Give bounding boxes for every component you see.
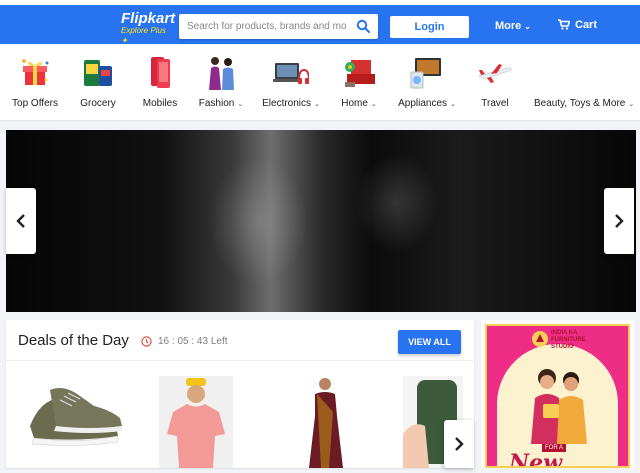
deals-next-button[interactable] bbox=[444, 420, 474, 468]
gift-icon bbox=[22, 59, 49, 85]
mobile-phone-icon bbox=[151, 57, 170, 88]
ad-brand-text: INDIA KA FURNITURE STUDIO bbox=[551, 330, 586, 351]
flipkart-logo[interactable]: Flipkart Explore Plus ✦ bbox=[121, 10, 176, 46]
chevron-right-icon bbox=[455, 437, 464, 451]
category-label-text: Appliances bbox=[398, 98, 448, 109]
timer-text: 16 : 05 : 43 Left bbox=[158, 336, 228, 347]
search-input[interactable] bbox=[187, 14, 347, 39]
category-label: Appliances ⌄ bbox=[396, 98, 458, 109]
ad-new-text: New bbox=[509, 450, 563, 468]
chevron-down-icon: ⌄ bbox=[314, 101, 320, 108]
deal-item-saree[interactable] bbox=[303, 376, 347, 468]
tshirt-image bbox=[167, 378, 225, 468]
ad-artwork: INDIA KA FURNITURE STUDIO FOR A New bbox=[485, 324, 630, 468]
clock-icon bbox=[141, 336, 152, 347]
category-label: Electronics ⌄ bbox=[260, 98, 322, 109]
deals-section: Deals of the Day 16 : 05 : 43 Left VIEW … bbox=[6, 320, 474, 468]
chevron-left-icon bbox=[16, 214, 25, 228]
category-bar: Top Offers Grocery Mobiles Fashion ⌄ Ele… bbox=[0, 44, 640, 120]
carousel-prev-button[interactable] bbox=[6, 188, 36, 254]
cart-label: Cart bbox=[575, 19, 598, 31]
chevron-right-icon bbox=[615, 214, 624, 228]
banner-carousel[interactable] bbox=[6, 130, 636, 312]
category-label: Beauty, Toys & More ⌄ bbox=[534, 98, 634, 109]
furniture-ad-banner[interactable]: INDIA KA FURNITURE STUDIO FOR A New bbox=[481, 320, 634, 468]
category-label: Fashion ⌄ bbox=[196, 98, 246, 109]
category-fashion[interactable]: Fashion ⌄ bbox=[196, 44, 246, 120]
chevron-down-icon: ⌄ bbox=[237, 101, 244, 108]
ad-brand-line: INDIA KA bbox=[551, 330, 578, 336]
category-label: Travel bbox=[481, 98, 509, 109]
saree-image bbox=[309, 378, 343, 468]
category-label: Mobiles bbox=[142, 98, 178, 109]
logo-text: Flipkart bbox=[121, 10, 176, 27]
top-header: Flipkart Explore Plus ✦ Login More⌄ Cart bbox=[0, 0, 640, 46]
airplane-icon bbox=[478, 64, 512, 83]
view-all-button[interactable]: VIEW ALL bbox=[398, 330, 461, 354]
deal-item-shoe[interactable] bbox=[20, 376, 126, 460]
category-travel[interactable]: Travel bbox=[472, 44, 518, 120]
furniture-studio-logo-icon bbox=[532, 331, 548, 347]
laptop-headphones-icon bbox=[273, 63, 309, 84]
category-label: Top Offers bbox=[12, 98, 58, 109]
ad-brand-line: STUDIO bbox=[551, 344, 574, 350]
category-appliances[interactable]: Appliances ⌄ bbox=[396, 44, 458, 120]
chevron-down-icon: ⌄ bbox=[524, 22, 531, 31]
category-grocery[interactable]: Grocery bbox=[72, 44, 124, 120]
chevron-down-icon: ⌄ bbox=[628, 101, 635, 108]
category-label-text: Fashion bbox=[198, 98, 235, 109]
category-beauty-toys[interactable]: Beauty, Toys & More ⌄ bbox=[534, 44, 634, 120]
search-icon[interactable] bbox=[356, 19, 370, 33]
banner-image bbox=[6, 130, 636, 312]
deals-timer: 16 : 05 : 43 Left bbox=[141, 335, 228, 347]
cart-icon bbox=[558, 19, 570, 30]
cart-button[interactable]: Cart bbox=[558, 19, 597, 31]
category-mobiles[interactable]: Mobiles bbox=[136, 44, 184, 120]
couple-illustration bbox=[531, 369, 587, 444]
deals-title: Deals of the Day bbox=[18, 332, 129, 349]
category-label: Grocery bbox=[80, 98, 116, 109]
category-label: Home ⌄ bbox=[336, 98, 382, 109]
category-label-text: Beauty, Toys & More bbox=[534, 98, 626, 109]
grocery-icon bbox=[84, 60, 112, 86]
ad-brand-line: FURNITURE bbox=[551, 337, 586, 343]
more-label: More bbox=[495, 20, 522, 32]
deal-item-tshirt[interactable] bbox=[159, 376, 233, 468]
category-electronics[interactable]: Electronics ⌄ bbox=[260, 44, 322, 120]
logo-subtext-label: Explore Plus bbox=[121, 26, 166, 35]
category-label-text: Electronics bbox=[262, 98, 312, 109]
category-home[interactable]: Home ⌄ bbox=[336, 44, 382, 120]
chevron-down-icon: ⌄ bbox=[450, 101, 456, 108]
more-menu[interactable]: More ⌄ bbox=[495, 20, 531, 32]
header-topline bbox=[0, 0, 640, 5]
deals-header: Deals of the Day 16 : 05 : 43 Left VIEW … bbox=[6, 320, 474, 361]
search-bar bbox=[179, 14, 378, 39]
logo-subtext: Explore Plus ✦ bbox=[121, 26, 173, 46]
category-label-text: Home bbox=[341, 98, 368, 109]
chevron-down-icon: ⌄ bbox=[370, 101, 377, 108]
home-furnishing-icon bbox=[345, 60, 375, 87]
login-button[interactable]: Login bbox=[390, 16, 469, 38]
carousel-next-button[interactable] bbox=[604, 188, 634, 254]
tv-appliance-icon bbox=[410, 58, 441, 89]
fashion-people-icon bbox=[209, 57, 234, 90]
category-top-offers[interactable]: Top Offers bbox=[6, 44, 64, 120]
